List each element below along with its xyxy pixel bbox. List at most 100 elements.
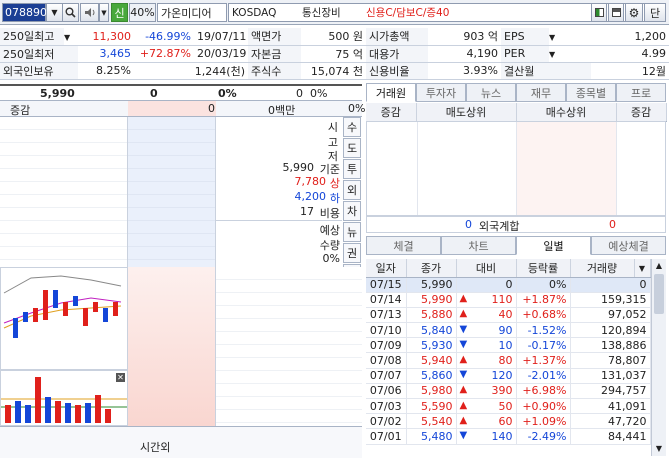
change-value: 50 bbox=[498, 399, 513, 413]
side-button[interactable]: 뉴 bbox=[343, 222, 361, 242]
table-row[interactable]: 07/07 5,860 ▼ 120 -2.01% 131,037 bbox=[366, 368, 651, 384]
close-icon[interactable]: ✕ bbox=[116, 373, 125, 382]
tab-broker-4[interactable]: 종목별 bbox=[566, 83, 616, 102]
market-label: KOSDAQ bbox=[232, 6, 277, 19]
cell-date: 07/06 bbox=[366, 383, 407, 400]
stock-code-input[interactable]: 078890 bbox=[2, 3, 47, 22]
chevron-down-icon: ▼ bbox=[549, 32, 556, 42]
scroll-down-icon[interactable]: ▼ bbox=[652, 442, 666, 456]
divider bbox=[216, 220, 342, 221]
tab-daily-1[interactable]: 차트 bbox=[441, 236, 516, 255]
buy-list bbox=[517, 122, 617, 215]
scroll-thumb[interactable] bbox=[654, 274, 664, 314]
lower-limit-label: 하 bbox=[329, 192, 340, 205]
tab-broker-3[interactable]: 재무 bbox=[516, 83, 566, 102]
tab-daily-3[interactable]: 예상체결 bbox=[591, 236, 666, 255]
side-button[interactable]: 차 bbox=[343, 201, 361, 221]
change-value: 140 bbox=[491, 429, 513, 443]
cell-volume: 47,720 bbox=[570, 413, 651, 430]
chevron-down-icon: ▼ bbox=[51, 8, 58, 17]
info-label: PER bbox=[501, 45, 549, 63]
range-dropdown-button[interactable]: ▼ bbox=[64, 28, 78, 46]
side-button-bar: 수도투외차뉴권기 bbox=[343, 117, 362, 284]
stock-name: 가온미디어 bbox=[157, 3, 227, 22]
ask-volume-column bbox=[0, 117, 128, 267]
table-row[interactable]: 07/10 5,840 ▼ 90 -1.52% 120,894 bbox=[366, 322, 651, 339]
cell-date: 07/09 bbox=[366, 337, 407, 354]
tab-daily-2[interactable]: 일별 bbox=[516, 236, 591, 255]
credit-badge: 신 bbox=[111, 3, 128, 22]
info-value: 75 억 bbox=[301, 45, 366, 63]
cell-close: 5,540 bbox=[406, 413, 457, 430]
eps-dropdown-button[interactable]: ▼ bbox=[549, 28, 591, 46]
foreign-total-label: 외국계합 bbox=[479, 220, 520, 233]
change-value: 80 bbox=[498, 354, 513, 368]
table-row[interactable]: 07/15 5,990 0 0% 0 bbox=[366, 277, 651, 293]
table-row[interactable]: 07/03 5,590 ▲ 50 +0.90% 41,091 bbox=[366, 398, 651, 415]
tab-broker-0[interactable]: 거래원 bbox=[366, 83, 416, 102]
table-row[interactable]: 07/06 5,980 ▲ 390 +6.98% 294,757 bbox=[366, 383, 651, 400]
tab-daily-0[interactable]: 체결 bbox=[366, 236, 441, 255]
cell-close: 5,880 bbox=[406, 307, 457, 324]
price-change: 0 bbox=[150, 87, 158, 100]
bid-volume-column bbox=[216, 267, 362, 426]
volume-pct: 0% bbox=[310, 87, 328, 100]
daily-tabs: 체결 차트 일별 예상체결 bbox=[366, 236, 666, 256]
code-dropdown-button[interactable]: ▼ bbox=[46, 3, 63, 22]
layout-button[interactable] bbox=[608, 3, 624, 22]
info-label: 주식수 bbox=[248, 62, 301, 80]
cell-change: ▼ 90 bbox=[456, 322, 517, 339]
info-label: EPS bbox=[501, 28, 549, 46]
cell-change: ▲ 80 bbox=[456, 352, 517, 369]
cell-rate: +0.90% bbox=[516, 398, 571, 415]
table-row[interactable]: 07/02 5,540 ▲ 60 +1.09% 47,720 bbox=[366, 413, 651, 430]
tab-broker-1[interactable]: 투자자 bbox=[416, 83, 466, 102]
credit-badge-label: 신 bbox=[114, 6, 125, 20]
chevron-down-icon: ▼ bbox=[64, 32, 71, 42]
cell-change: 0 bbox=[456, 277, 517, 293]
chevron-down-icon: ▼ bbox=[638, 264, 646, 274]
credit-info-label: 신용C/담보C/증40 bbox=[366, 7, 450, 19]
table-row[interactable]: 07/13 5,880 ▲ 40 +0.68% 97,052 bbox=[366, 307, 651, 324]
change-value: 10 bbox=[498, 338, 513, 352]
search-icon bbox=[65, 7, 76, 18]
layout-icon bbox=[611, 8, 621, 17]
cell-volume: 131,037 bbox=[570, 368, 651, 384]
vertical-scrollbar[interactable]: ▲ ▼ bbox=[651, 259, 666, 456]
settings-button[interactable]: ⚙ bbox=[625, 3, 643, 22]
side-button[interactable]: 도 bbox=[343, 138, 361, 158]
info-value: 1,200 bbox=[591, 28, 669, 46]
stock-info-table: 250일최고 ▼ 11,300 -46.99% 19/07/11 액면가 500… bbox=[0, 28, 669, 80]
dan-button[interactable]: 단 bbox=[644, 3, 666, 22]
table-row[interactable]: 07/09 5,930 ▼ 10 -0.17% 138,886 bbox=[366, 337, 651, 354]
broker-tabs: 거래원 투자자 뉴스 재무 종목별 프로 bbox=[366, 83, 666, 103]
current-price: 5,990 bbox=[40, 87, 75, 100]
screen-button[interactable] bbox=[591, 3, 607, 22]
ratio-label: 비용 bbox=[319, 207, 340, 220]
after-hours-label[interactable]: 시간외 bbox=[140, 439, 170, 455]
table-row[interactable]: 07/14 5,990 ▲ 110 +1.87% 159,315 bbox=[366, 292, 651, 308]
sound-dropdown-button[interactable]: ▼ bbox=[99, 3, 109, 22]
per-dropdown-button[interactable]: ▼ bbox=[549, 45, 591, 63]
foreign-total-row: 0 외국계합 0 bbox=[366, 216, 666, 233]
tab-broker-5[interactable]: 프로 bbox=[616, 83, 666, 102]
search-button[interactable] bbox=[62, 3, 79, 22]
tab-broker-2[interactable]: 뉴스 bbox=[466, 83, 516, 102]
screen-icon bbox=[594, 8, 604, 17]
table-row[interactable]: 07/08 5,940 ▲ 80 +1.37% 78,807 bbox=[366, 352, 651, 369]
column-dropdown-button[interactable]: ▼ bbox=[634, 259, 651, 278]
margin-rate-label: 40% bbox=[130, 6, 155, 19]
side-button[interactable]: 수 bbox=[343, 117, 361, 137]
side-button[interactable]: 권 bbox=[343, 243, 361, 263]
scroll-up-icon[interactable]: ▲ bbox=[652, 259, 666, 273]
table-row[interactable]: 07/01 5,480 ▼ 140 -2.49% 84,441 bbox=[366, 428, 651, 445]
side-button[interactable]: 투 bbox=[343, 159, 361, 179]
cell-close: 5,480 bbox=[406, 428, 457, 445]
col-change-buy: 증감 bbox=[616, 103, 667, 122]
side-button[interactable]: 외 bbox=[343, 180, 361, 200]
sound-button[interactable] bbox=[80, 3, 99, 22]
change-value: 40 bbox=[498, 308, 513, 322]
col-sell-top: 매도상위 bbox=[416, 103, 517, 122]
cell-close: 5,990 bbox=[406, 292, 457, 308]
cell-close: 5,940 bbox=[406, 352, 457, 369]
